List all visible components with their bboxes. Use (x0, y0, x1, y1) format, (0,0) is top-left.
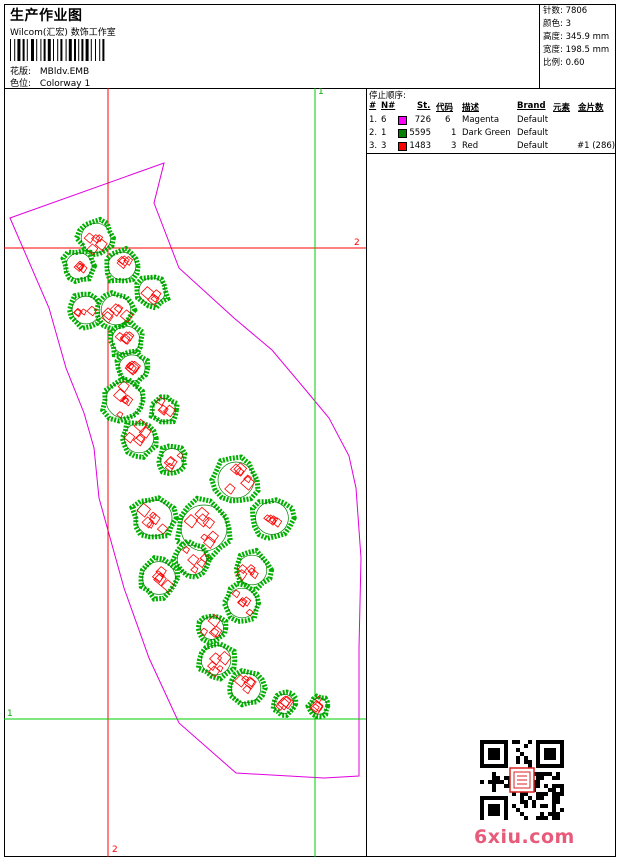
stat-scale: 比例: 0.60 (543, 58, 585, 68)
row-stitches: 1483 (409, 141, 431, 151)
stats-panel: 针数: 7806 颜色: 3 高度: 345.9 mm 宽度: 198.5 mm… (539, 4, 616, 88)
row-code: 3 (451, 141, 457, 151)
color-swatch (398, 142, 407, 151)
row-description: Magenta (462, 115, 500, 125)
row-code: 6 (445, 115, 451, 125)
table-row[interactable]: 1. 6 726 6 Magenta Default (367, 115, 616, 128)
floral-motif (60, 216, 331, 720)
stat-colors: 颜色: 3 (543, 19, 571, 29)
row-needle: 1 (381, 128, 387, 138)
color-swatch (398, 129, 407, 138)
panel-divider (367, 153, 616, 154)
col-index: # (369, 101, 377, 111)
header: 生产作业图 Wilcom(汇宏) 数饰工作室 花版: MBldv.EMB 色位:… (4, 4, 616, 89)
row-stitches: 726 (414, 115, 431, 125)
qr-code (480, 740, 564, 820)
stat-stitches: 针数: 7806 (543, 6, 588, 16)
col-code: 代码 (436, 103, 454, 113)
stop-sequence-title: 停止顺序: (369, 91, 406, 101)
stat-width: 宽度: 198.5 mm (543, 45, 610, 55)
leaf-lobe (270, 689, 299, 718)
color-swatch (398, 116, 407, 125)
embroidery-preview (4, 88, 366, 857)
guide-label-right-red: 2 (354, 238, 360, 248)
row-brand: Default (517, 128, 549, 138)
leaf-lobe (148, 394, 180, 425)
row-index: 2. (369, 128, 378, 138)
software-subtitle: Wilcom(汇宏) 数饰工作室 (10, 28, 116, 38)
row-description: Dark Green (462, 128, 511, 138)
row-needle: 6 (381, 115, 387, 125)
leaf-lobe (195, 641, 238, 682)
row-stitches: 5595 (409, 128, 431, 138)
guide-label-left-green: 1 (7, 709, 13, 719)
leaf-lobe (170, 537, 213, 580)
row-description: Red (462, 141, 479, 151)
row-brand: Default (517, 141, 549, 151)
guide-label-bottom-red: 2 (112, 845, 118, 855)
row-code: 1 (451, 128, 457, 138)
row-needle: 3 (381, 141, 387, 151)
col-brand: Brand (517, 101, 546, 111)
leaf-lobe (221, 580, 262, 625)
page-title: 生产作业图 (10, 8, 83, 24)
row-index: 3. (369, 141, 378, 151)
col-needle: N# (381, 101, 396, 111)
col-element: 元素 (553, 103, 571, 113)
leaf-lobe (129, 495, 180, 540)
col-stitches: St. (417, 101, 431, 111)
col-description: 描述 (462, 103, 480, 113)
leaf-lobe (138, 555, 181, 602)
row-index: 1. (369, 115, 378, 125)
stat-height: 高度: 345.9 mm (543, 32, 610, 42)
guide-label-top-green: 1 (318, 88, 324, 97)
design-canvas[interactable]: 1 2 1 2 (4, 88, 367, 857)
barcode (10, 39, 105, 61)
col-sequins: 金片数 (578, 103, 604, 113)
leaf-lobe (60, 248, 98, 285)
row-extra: #1 (286) (577, 141, 616, 151)
leaf-lobe (227, 667, 268, 708)
watermark-logo: 6xiu.com (474, 826, 575, 848)
table-row[interactable]: 2. 1 5595 1 Dark Green Default (367, 128, 616, 141)
row-brand: Default (517, 115, 549, 125)
